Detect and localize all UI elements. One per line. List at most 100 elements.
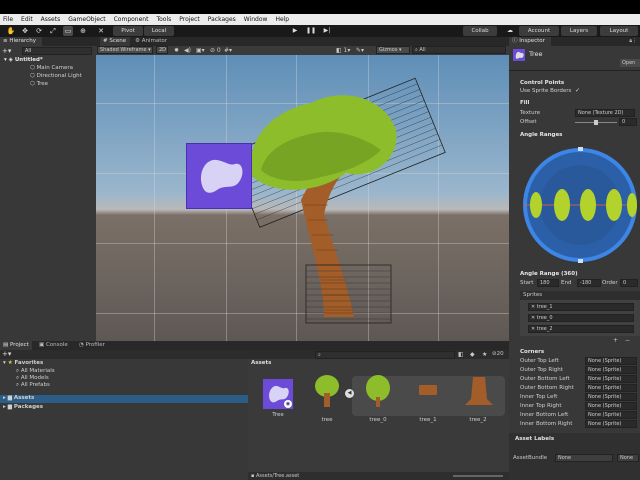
folder-assets[interactable]: ▸ ▆ Assets [0, 395, 248, 403]
transform-tool-icon[interactable]: ⊕ [78, 26, 88, 36]
collab-button[interactable]: Collab [463, 26, 497, 36]
use-sprite-borders-checkbox[interactable]: ✓ [575, 88, 581, 94]
menu-assets[interactable]: Assets [41, 16, 61, 23]
lighting-icon[interactable]: ✹ [174, 47, 179, 54]
layout-dropdown[interactable]: Layout [600, 26, 638, 36]
pivot-toggle[interactable]: Pivot [113, 26, 143, 36]
remove-sprite-icon[interactable]: − [625, 337, 630, 344]
corner-field[interactable]: None (Sprite) [585, 411, 637, 419]
corner-field[interactable]: None (Sprite) [585, 384, 637, 392]
camera-icon[interactable]: ◧ 1▾ [336, 47, 350, 54]
local-toggle[interactable]: Local [144, 26, 174, 36]
favorites-group[interactable]: ▾ ★ Favorites [3, 360, 43, 366]
sprite-entry[interactable]: ✕ tree_0 [528, 314, 634, 322]
pause-icon[interactable]: ❚❚ [306, 26, 316, 36]
corner-field[interactable]: None (Sprite) [585, 402, 637, 410]
tab-profiler[interactable]: ◔ Profiler [76, 341, 112, 350]
sprite-entry[interactable]: ✕ tree_1 [528, 303, 634, 311]
range-handle-icon[interactable] [578, 259, 583, 263]
hierarchy-search-input[interactable]: All [22, 47, 92, 55]
tab-animator[interactable]: ⚙ Animator [132, 37, 172, 46]
asset-tree-0[interactable]: tree_0 [361, 373, 395, 423]
rect-tool-icon[interactable]: ▭ [63, 26, 73, 36]
project-search-input[interactable]: ⌕ [315, 351, 455, 359]
menu-project[interactable]: Project [179, 16, 200, 23]
favorite-item[interactable]: ⌕ All Prefabs [16, 382, 50, 389]
menu-packages[interactable]: Packages [208, 16, 236, 23]
texture-field[interactable]: None (Texture 2D) [575, 109, 635, 117]
offset-field[interactable]: 0 [619, 118, 637, 126]
shading-mode-dropdown[interactable]: Shaded Wireframe ▾ [97, 46, 153, 54]
add-icon[interactable]: +▾ [2, 47, 11, 55]
end-field[interactable]: -180 [577, 279, 601, 287]
angle-range-wheel[interactable] [522, 146, 638, 264]
corner-label: Inner Bottom Left [520, 412, 569, 418]
corner-field[interactable]: None (Sprite) [585, 357, 637, 365]
grid-icon[interactable]: #▾ [224, 47, 232, 54]
corner-field[interactable]: None (Sprite) [585, 393, 637, 401]
lock-icon[interactable]: 🔒︎⋮ [629, 38, 637, 44]
hidden-objects-icon[interactable]: ⊘ 0 [210, 47, 221, 54]
order-field[interactable]: 0 [620, 279, 638, 287]
menu-tools[interactable]: Tools [156, 16, 171, 23]
tools-icon[interactable]: ✎▾ [356, 47, 364, 54]
2d-toggle[interactable]: 2D [156, 46, 168, 54]
sprite-entry[interactable]: ✕ tree_2 [528, 325, 634, 333]
asset-tree-1[interactable]: tree_1 [411, 373, 445, 423]
rotate-tool-icon[interactable]: ⟳ [34, 26, 44, 36]
custom-tool-icon[interactable]: ✕ [96, 26, 106, 36]
corner-field[interactable]: None (Sprite) [585, 375, 637, 383]
asset-tree-texture[interactable]: tree [310, 373, 344, 423]
open-button[interactable]: Open [620, 59, 640, 67]
corner-field[interactable]: None (Sprite) [585, 420, 637, 428]
favorite-item[interactable]: ⌕ All Materials [16, 368, 55, 375]
scene-search-input[interactable]: ⌕ All [412, 46, 506, 54]
menu-file[interactable]: File [3, 16, 13, 23]
menu-window[interactable]: Window [244, 16, 268, 23]
menu-help[interactable]: Help [275, 16, 289, 23]
favorite-icon[interactable]: ★ [482, 351, 487, 358]
collapse-sprites-icon[interactable]: ◀ [345, 389, 354, 398]
hierarchy-item-directional-light[interactable]: ⬡ Directional Light [30, 73, 82, 79]
move-tool-icon[interactable]: ✥ [20, 26, 30, 36]
range-handle-icon[interactable] [578, 147, 583, 151]
tab-hierarchy[interactable]: ≡ Hierarchy [0, 37, 42, 46]
tab-console[interactable]: ▣ Console [36, 341, 72, 350]
asset-bundle-dropdown[interactable]: None [555, 454, 613, 462]
tab-scene[interactable]: # Scene [100, 37, 130, 46]
play-icon[interactable]: ▶ [290, 26, 300, 36]
tab-inspector[interactable]: ⓘ Inspector [509, 37, 551, 46]
menu-edit[interactable]: Edit [21, 16, 33, 23]
hierarchy-item-main-camera[interactable]: ⬡ Main Camera [30, 65, 73, 71]
hand-tool-icon[interactable]: ✋ [6, 26, 16, 36]
gizmos-dropdown[interactable]: Gizmos ▾ [376, 46, 410, 54]
folder-packages[interactable]: ▸ ▆ Packages [3, 404, 43, 410]
cloud-icon[interactable]: ☁ [505, 26, 515, 36]
tab-project[interactable]: ▤ Project [0, 341, 32, 350]
menu-gameobject[interactable]: GameObject [68, 16, 105, 23]
hidden-count-icon[interactable]: ⊘20 [492, 351, 504, 357]
filter-type-icon[interactable]: ◧ [458, 351, 464, 358]
favorite-item[interactable]: ⌕ All Models [16, 375, 49, 382]
asset-tree-shape[interactable]: ◉ Tree [261, 379, 295, 427]
corner-field[interactable]: None (Sprite) [585, 366, 637, 374]
asset-bundle-variant-dropdown[interactable]: None [617, 454, 639, 462]
add-sprite-icon[interactable]: + [613, 337, 618, 344]
scale-tool-icon[interactable]: ⤢ [48, 26, 58, 36]
menu-component[interactable]: Component [114, 16, 149, 23]
scene-root-item[interactable]: ▾ ◈ Untitled* [4, 57, 43, 63]
scene-viewport[interactable] [96, 55, 509, 341]
create-icon[interactable]: +▾ [2, 350, 11, 358]
tree-shape[interactable] [96, 55, 509, 341]
step-icon[interactable]: ▶| [322, 26, 332, 36]
filter-label-icon[interactable]: ◆ [470, 351, 475, 358]
start-field[interactable]: 180 [537, 279, 559, 287]
thumbnail-size-slider[interactable] [453, 475, 503, 477]
account-dropdown[interactable]: Account [519, 26, 559, 36]
effects-icon[interactable]: ▣▾ [196, 47, 205, 54]
offset-slider-handle[interactable] [594, 120, 598, 125]
asset-tree-2[interactable]: tree_2 [461, 373, 495, 423]
layers-dropdown[interactable]: Layers [561, 26, 597, 36]
hierarchy-item-tree[interactable]: ⬡ Tree [30, 81, 48, 87]
audio-icon[interactable]: ◀) [184, 47, 191, 54]
